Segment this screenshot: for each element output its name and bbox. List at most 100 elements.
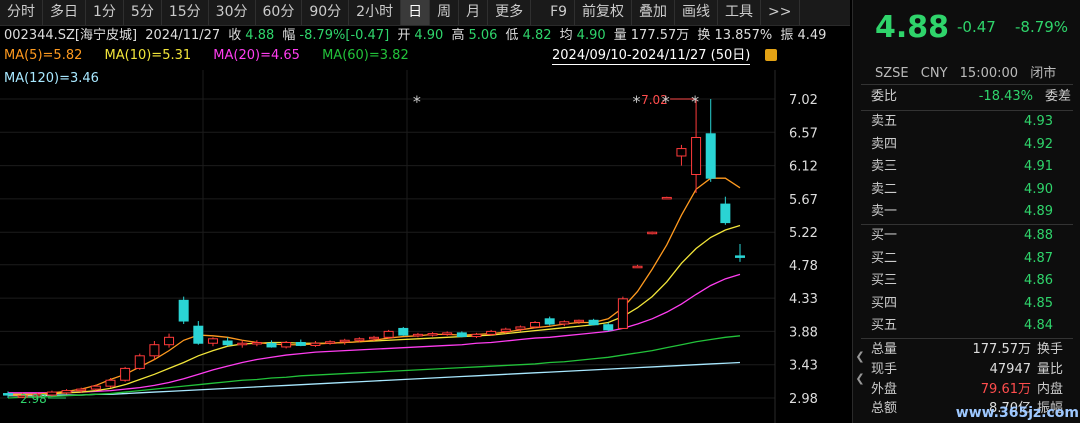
- toolbar-item[interactable]: 更多: [488, 0, 532, 25]
- candle-body: [515, 326, 526, 330]
- candle-body: [398, 327, 409, 336]
- toolbar-item[interactable]: 工具: [718, 0, 762, 25]
- summary-row: 外盘 79.61万 内盘: [871, 380, 1076, 400]
- market-meta: SZSE CNY 15:00:00 闭市: [875, 62, 1064, 81]
- candle-body: [705, 133, 716, 179]
- candle-body: [90, 385, 101, 390]
- high-label: 高: [451, 28, 465, 43]
- candle-body: [325, 341, 336, 344]
- watermark: www.365jz.com: [955, 405, 1079, 421]
- toolbar-item[interactable]: 30分: [209, 0, 256, 25]
- y-tick-label: 4.33: [789, 292, 818, 307]
- quote-date: 2024/11/27: [145, 28, 221, 43]
- open-label: 开: [397, 28, 411, 43]
- candle-body: [61, 390, 72, 394]
- collapse-arrow-icon[interactable]: ❮: [853, 372, 867, 392]
- date-range-label[interactable]: 2024/09/10-2024/11/27 (50日): [552, 47, 751, 65]
- high-value: 5.06: [468, 28, 498, 43]
- buy-price: 4.87: [1024, 250, 1053, 266]
- summary-label: 外盘: [871, 381, 898, 397]
- vol-value: 177.57万: [630, 28, 690, 43]
- summary-value: 79.61万: [980, 381, 1031, 397]
- candle-body: [427, 333, 438, 336]
- ma5-line: [8, 177, 741, 396]
- buy-label: 买三: [871, 273, 898, 289]
- sell-price: 4.89: [1024, 204, 1053, 220]
- quote-time: 15:00:00: [959, 66, 1019, 81]
- candle-body: [178, 299, 189, 322]
- y-tick-label: 4.78: [789, 259, 818, 274]
- sell-price: 4.91: [1024, 159, 1053, 175]
- close-value: 4.88: [245, 28, 275, 43]
- toolbar-item[interactable]: 月: [459, 0, 489, 25]
- toolbar-item[interactable]: 1分: [86, 0, 124, 25]
- price-change-pct: -8.79%: [1015, 18, 1069, 36]
- toolbar-item[interactable]: 前复权: [575, 0, 633, 25]
- candle-body: [500, 328, 511, 332]
- candle-body: [603, 324, 614, 331]
- candle-body: [237, 342, 248, 346]
- buy-row: 买二 4.87: [871, 248, 1071, 270]
- candle-body: [266, 342, 277, 348]
- collapse-arrow-icon[interactable]: ❮: [853, 350, 867, 370]
- candle-body: [354, 338, 365, 341]
- zhen-value: 4.49: [797, 28, 827, 43]
- toolbar-item[interactable]: >>: [761, 0, 800, 25]
- candlestick-chart[interactable]: 7.02 6.57 6.12 5.67 5.22 4.78 4.33 3.88 3.43 2.98…: [0, 70, 850, 423]
- amp-value: -8.79%[-0.47]: [299, 28, 390, 43]
- event-marker-icon: *: [691, 92, 699, 111]
- sell-row: 卖三 4.91: [871, 156, 1071, 178]
- candle-body: [3, 393, 13, 396]
- summary-row: 总量 177.57万 换手: [871, 340, 1076, 360]
- ma5-legend: MA(5)=5.82: [4, 48, 83, 63]
- toolbar-item[interactable]: 多日: [43, 0, 86, 25]
- buy-row: 买四 4.85: [871, 293, 1071, 315]
- market-status: 闭市: [1030, 66, 1057, 81]
- sell-label: 卖四: [871, 136, 898, 152]
- toolbar-item[interactable]: 15分: [162, 0, 209, 25]
- ma10-legend: MA(10)=5.31: [104, 48, 192, 63]
- ma10-line: [8, 224, 741, 395]
- candle-body: [222, 340, 233, 346]
- ma-legend-row1: MA(5)=5.82 MA(10)=5.31 MA(20)=4.65 MA(60…: [4, 47, 409, 65]
- candle-body: [134, 355, 145, 369]
- toolbar-item[interactable]: 5分: [124, 0, 162, 25]
- divider: [861, 84, 1073, 85]
- toolbar-item[interactable]: 画线: [675, 0, 719, 25]
- summary-value: 47947: [989, 361, 1031, 377]
- candle-body: [383, 330, 394, 338]
- sell-row: 卖二 4.90: [871, 179, 1071, 201]
- candle-body: [530, 322, 541, 328]
- toolbar-item[interactable]: 周: [430, 0, 460, 25]
- buy-label: 买五: [871, 318, 898, 334]
- turnover-label: 换: [697, 28, 711, 43]
- y-tick-label: 2.98: [789, 392, 818, 407]
- sell-label: 卖一: [871, 204, 898, 220]
- toolbar-item[interactable]: F9: [543, 0, 576, 25]
- ma20-line: [8, 273, 741, 394]
- amp-label: 幅: [282, 28, 296, 43]
- summary-value: 177.57万: [972, 342, 1032, 357]
- candle-body: [661, 196, 672, 200]
- ma60-legend: MA(60)=3.82: [322, 48, 409, 63]
- ma20-legend: MA(20)=4.65: [213, 48, 300, 63]
- summary-label: 现手: [871, 361, 898, 377]
- toolbar-item[interactable]: 60分: [256, 0, 303, 25]
- weicha-label: 委差: [1044, 89, 1071, 104]
- toolbar-item[interactable]: 分时: [0, 0, 43, 25]
- turnover-value: 13.857%: [714, 28, 773, 43]
- candle-body: [76, 388, 87, 392]
- candle-body: [486, 330, 497, 335]
- avg-label: 均: [559, 28, 573, 43]
- y-tick-label: 3.88: [789, 325, 818, 340]
- toolbar-item[interactable]: 90分: [302, 0, 350, 25]
- close-label: 收: [228, 28, 242, 43]
- sell-price: 4.90: [1024, 181, 1053, 197]
- toolbar-item[interactable]: 日: [401, 0, 431, 25]
- sell-label: 卖二: [871, 181, 898, 197]
- weibi-value: -18.43%: [978, 89, 1033, 104]
- toolbar-item[interactable]: 2小时: [349, 0, 402, 25]
- candle-body: [193, 325, 204, 344]
- lock-icon[interactable]: [765, 49, 777, 61]
- toolbar-item[interactable]: 叠加: [632, 0, 676, 25]
